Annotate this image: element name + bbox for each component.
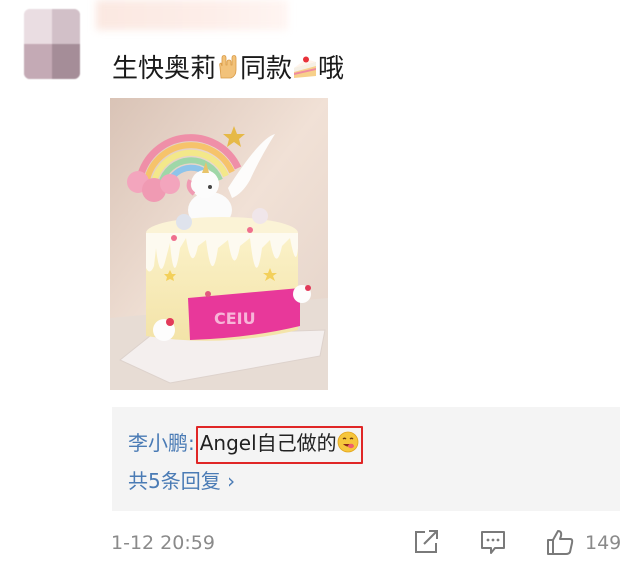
yum-face-icon	[337, 431, 359, 461]
share-button[interactable]	[412, 528, 440, 560]
love-you-gesture-icon	[216, 54, 240, 89]
reply-box: 李小鹏: Angel自己做的 共5条回复 ›	[112, 407, 620, 511]
reply-line: 李小鹏: Angel自己做的	[128, 426, 363, 464]
comment-icon	[481, 531, 505, 554]
reply-text: Angel自己做的	[199, 431, 337, 455]
share-icon	[415, 530, 438, 553]
avatar[interactable]	[24, 9, 80, 79]
reply-username[interactable]: 李小鹏	[128, 431, 188, 455]
username-blurred	[96, 0, 288, 30]
thumbs-up-icon	[547, 530, 574, 555]
svg-text:CEIU: CEIU	[214, 309, 256, 328]
highlighted-reply-text: Angel自己做的	[195, 426, 363, 464]
like-button[interactable]	[545, 528, 575, 560]
comment-text: 生快奥莉 同款 哦	[112, 52, 344, 89]
cake-slice-icon	[292, 55, 318, 89]
reply-colon: :	[188, 431, 195, 455]
comment-timestamp: 1-12 20:59	[111, 532, 215, 554]
comment-photo[interactable]: CEIU	[110, 98, 328, 390]
like-count: 149	[585, 532, 622, 554]
more-replies-link[interactable]: 共5条回复 ›	[128, 467, 235, 495]
reply-button[interactable]	[479, 528, 507, 560]
